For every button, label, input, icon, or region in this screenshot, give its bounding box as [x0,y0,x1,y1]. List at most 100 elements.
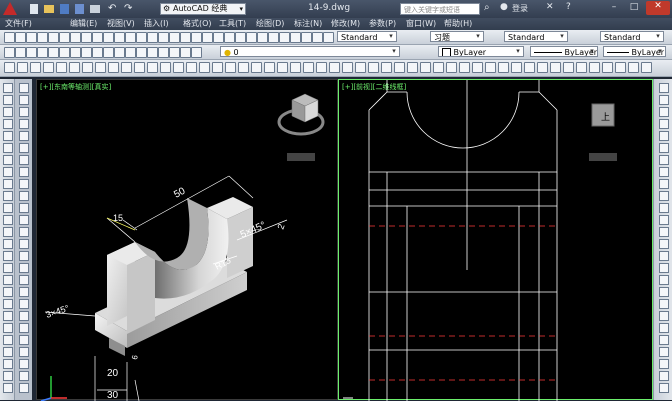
toolbar-tool-icon[interactable] [19,347,29,357]
toolbar-tool-icon[interactable] [19,239,29,249]
toolbar-tool-icon[interactable] [550,62,561,73]
search-icon[interactable]: ⌕ [484,2,490,13]
redo-icon[interactable]: ↷ [124,3,132,14]
toolbar-tool-icon[interactable] [147,62,158,73]
toolbar-tool-icon[interactable] [69,62,80,73]
toolbar-tool-icon[interactable] [180,47,191,58]
toolbar-tool-icon[interactable] [136,32,147,43]
toolbar-tool-icon[interactable] [19,335,29,345]
toolbar-tool-icon[interactable] [576,62,587,73]
text-style-dropdown[interactable]: Standard ▾ [337,31,397,42]
toolbar-tool-icon[interactable] [3,83,13,93]
toolbar-tool-icon[interactable] [381,62,392,73]
toolbar-tool-icon[interactable] [589,62,600,73]
toolbar-tool-icon[interactable] [134,62,145,73]
toolbar-tool-icon[interactable] [659,131,669,141]
toolbar-tool-icon[interactable] [191,47,202,58]
menu-dimension[interactable]: 标注(N) [292,18,324,30]
toolbar-tool-icon[interactable] [615,62,626,73]
toolbar-tool-icon[interactable] [257,32,268,43]
viewcube-isometric[interactable] [277,93,325,136]
toolbar-tool-icon[interactable] [498,62,509,73]
toolbar-tool-icon[interactable] [659,359,669,369]
toolbar-tool-icon[interactable] [3,239,13,249]
toolbar-tool-icon[interactable] [301,32,312,43]
toolbar-tool-icon[interactable] [213,32,224,43]
toolbar-tool-icon[interactable] [81,32,92,43]
toolbar-tool-icon[interactable] [659,191,669,201]
toolbar-tool-icon[interactable] [114,47,125,58]
toolbar-tool-icon[interactable] [3,119,13,129]
minimize-button[interactable]: – [606,2,622,14]
toolbar-tool-icon[interactable] [108,62,119,73]
toolbar-tool-icon[interactable] [4,47,15,58]
toolbar-tool-icon[interactable] [268,32,279,43]
toolbar-tool-icon[interactable] [19,191,29,201]
toolbar-tool-icon[interactable] [511,62,522,73]
toolbar-tool-icon[interactable] [323,32,334,43]
toolbar-tool-icon[interactable] [659,167,669,177]
maximize-button[interactable]: □ [626,2,642,14]
menu-edit[interactable]: 编辑(E) [68,18,99,30]
toolbar-tool-icon[interactable] [563,62,574,73]
login-link[interactable]: 登录 [512,3,528,14]
menu-modify[interactable]: 修改(M) [329,18,362,30]
toolbar-tool-icon[interactable] [524,62,535,73]
toolbar-tool-icon[interactable] [3,167,13,177]
workspace-dropdown[interactable]: ⚙ AutoCAD 经典 ▾ [160,3,246,15]
toolbar-tool-icon[interactable] [3,179,13,189]
toolbar-tool-icon[interactable] [121,62,132,73]
toolbar-tool-icon[interactable] [48,32,59,43]
autocad-logo-icon[interactable] [3,2,17,15]
toolbar-tool-icon[interactable] [26,32,37,43]
toolbar-tool-icon[interactable] [103,47,114,58]
toolbar-tool-icon[interactable] [56,62,67,73]
toolbar-tool-icon[interactable] [19,215,29,225]
toolbar-tool-icon[interactable] [136,47,147,58]
toolbar-tool-icon[interactable] [659,287,669,297]
toolbar-tool-icon[interactable] [19,251,29,261]
toolbar-tool-icon[interactable] [3,371,13,381]
toolbar-tool-icon[interactable] [169,47,180,58]
toolbar-tool-icon[interactable] [659,95,669,105]
toolbar-tool-icon[interactable] [3,227,13,237]
toolbar-tool-icon[interactable] [3,323,13,333]
toolbar-tool-icon[interactable] [81,47,92,58]
toolbar-tool-icon[interactable] [225,62,236,73]
toolbar-tool-icon[interactable] [48,47,59,58]
toolbar-tool-icon[interactable] [290,62,301,73]
toolbar-tool-icon[interactable] [3,143,13,153]
toolbar-tool-icon[interactable] [224,32,235,43]
toolbar-tool-icon[interactable] [659,227,669,237]
toolbar-tool-icon[interactable] [279,32,290,43]
toolbar-tool-icon[interactable] [19,287,29,297]
toolbar-tool-icon[interactable] [355,62,366,73]
toolbar-tool-icon[interactable] [59,32,70,43]
toolbar-tool-icon[interactable] [92,47,103,58]
toolbar-tool-icon[interactable] [303,62,314,73]
toolbar-tool-icon[interactable] [19,371,29,381]
toolbar-tool-icon[interactable] [312,32,323,43]
toolbar-tool-icon[interactable] [43,62,54,73]
menu-format[interactable]: 格式(O) [181,18,214,30]
toolbar-tool-icon[interactable] [433,62,444,73]
toolbar-tool-icon[interactable] [180,32,191,43]
toolbar-tool-icon[interactable] [19,383,29,393]
toolbar-tool-icon[interactable] [342,62,353,73]
toolbar-tool-icon[interactable] [19,95,29,105]
toolbar-tool-icon[interactable] [103,32,114,43]
toolbar-tool-icon[interactable] [659,203,669,213]
toolbar-tool-icon[interactable] [19,299,29,309]
toolbar-tool-icon[interactable] [3,107,13,117]
lineweight-dropdown[interactable]: ByLayer ▾ [603,46,666,57]
toolbar-tool-icon[interactable] [394,62,405,73]
toolbar-tool-icon[interactable] [472,62,483,73]
close-button[interactable]: ✕ [646,1,670,15]
toolbar-tool-icon[interactable] [3,155,13,165]
exchange-icon[interactable]: ✕ [546,2,554,12]
toolbar-tool-icon[interactable] [659,335,669,345]
toolbar-tool-icon[interactable] [446,62,457,73]
multileader-style-dropdown[interactable]: Standard ▾ [600,31,664,42]
toolbar-tool-icon[interactable] [420,62,431,73]
toolbar-tool-icon[interactable] [19,83,29,93]
